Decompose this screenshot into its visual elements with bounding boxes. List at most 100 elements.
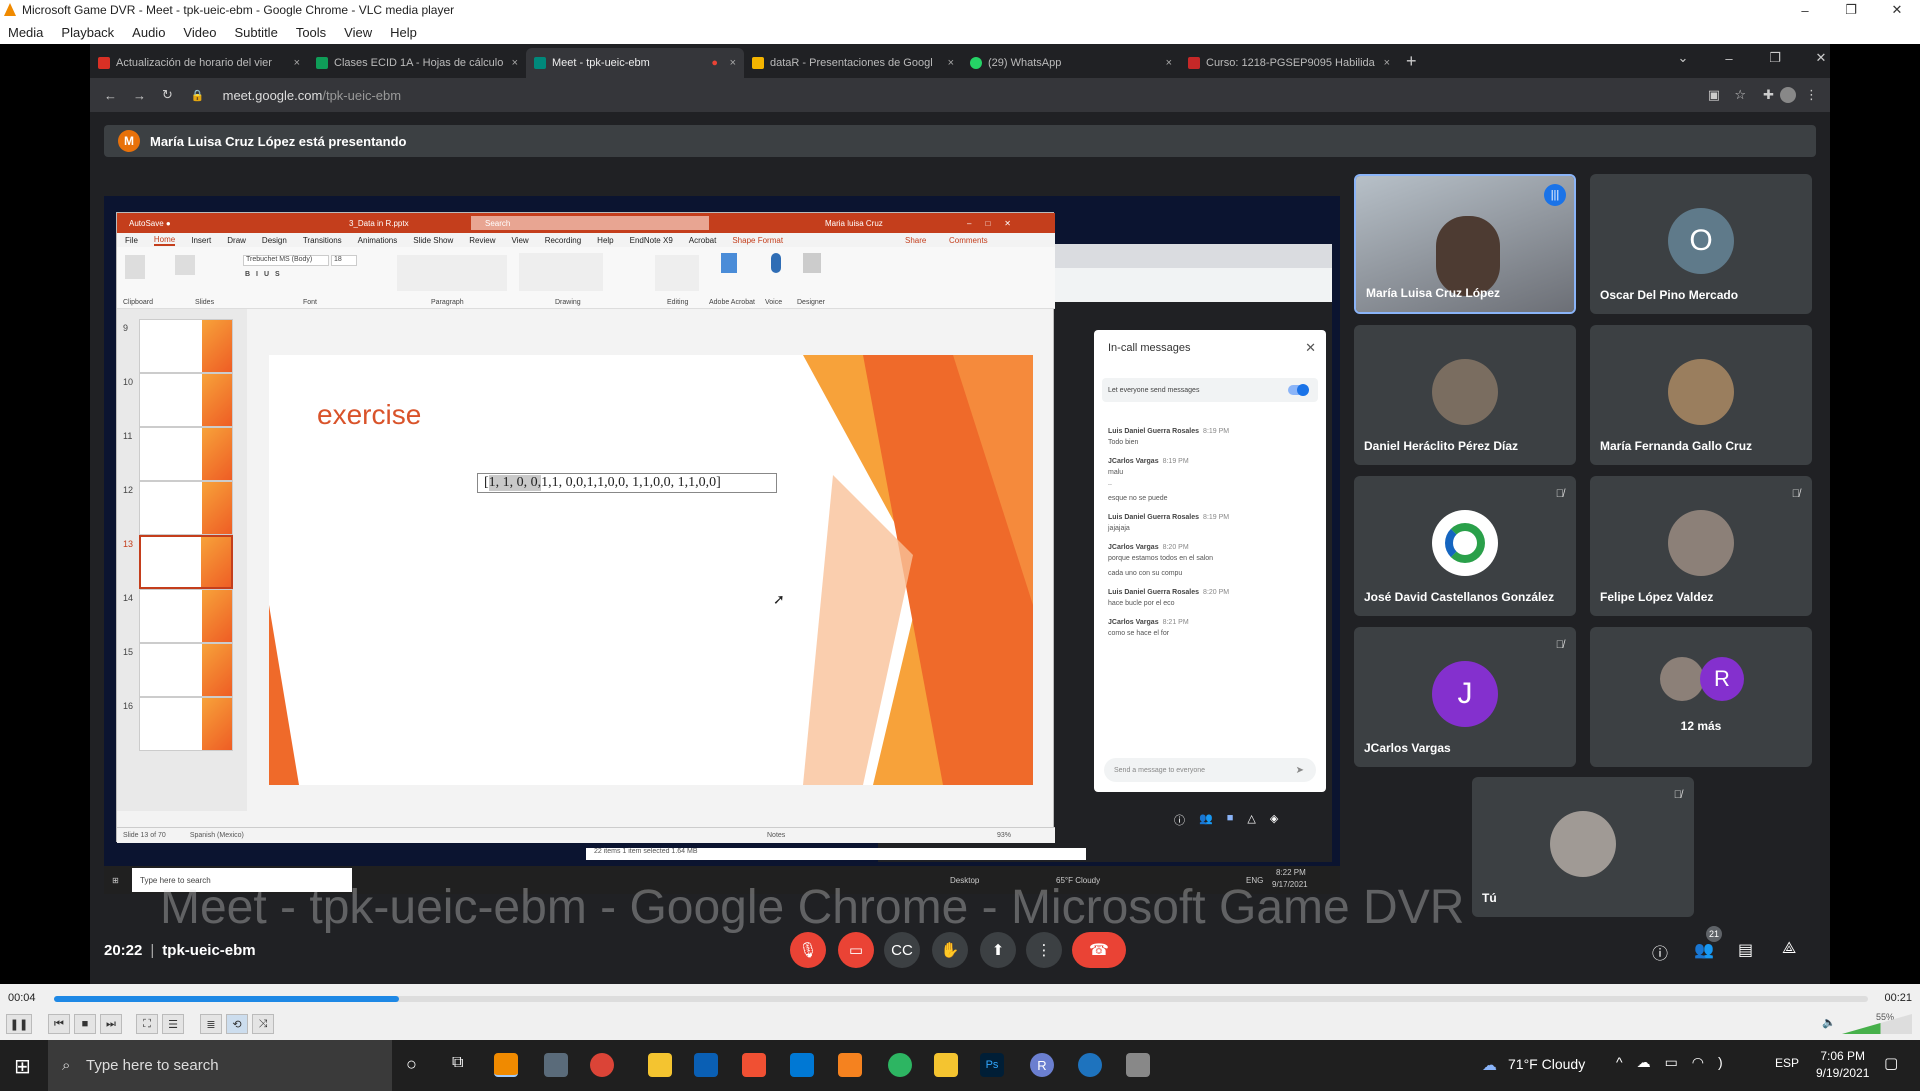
taskbar-weather[interactable]: 71°F Cloudy bbox=[1508, 1056, 1585, 1072]
menu-tools[interactable]: Tools bbox=[296, 25, 326, 40]
slide-textbox[interactable]: [1, 1, 0, 0, 1,1, 0,0,1,1,0,0, 1,1,0,0, … bbox=[477, 473, 777, 493]
chrome-tab[interactable]: Curso: 1218-PGSEP9095 Habilida × bbox=[1180, 48, 1398, 78]
raise-hand-button[interactable]: ✋ bbox=[932, 932, 968, 968]
url-field[interactable]: meet.google.com/tpk-ueic-ebm bbox=[223, 88, 401, 103]
chat-icon[interactable]: ▤ bbox=[1738, 940, 1753, 960]
leave-call-button[interactable]: ☎ bbox=[1072, 932, 1126, 968]
participant-tile-more[interactable]: R 12 más bbox=[1590, 627, 1812, 767]
dictate-mic-icon[interactable] bbox=[771, 253, 781, 273]
menu-subtitle[interactable]: Subtitle bbox=[234, 25, 277, 40]
participant-tile[interactable]: Daniel Heráclito Pérez Díaz bbox=[1354, 325, 1576, 465]
menu-playback[interactable]: Playback bbox=[61, 25, 114, 40]
info-icon[interactable]: ⓘ bbox=[1174, 812, 1185, 828]
tab-search-icon[interactable]: ⌄ bbox=[1660, 48, 1706, 68]
chrome-menu-icon[interactable]: ⋮ bbox=[1805, 87, 1818, 103]
app-taskbar-icon[interactable] bbox=[888, 1053, 912, 1077]
cortana-icon[interactable]: ○ bbox=[406, 1054, 417, 1075]
taskbar-language[interactable]: ESP bbox=[1775, 1056, 1799, 1070]
mic-off-button[interactable]: 🎙 bbox=[790, 932, 826, 968]
folder-taskbar-icon[interactable] bbox=[648, 1053, 672, 1077]
paragraph-controls[interactable] bbox=[397, 255, 507, 291]
ppt-comments-button[interactable]: Comments bbox=[949, 236, 988, 245]
paste-icon[interactable] bbox=[125, 255, 145, 279]
tab-close-icon[interactable]: × bbox=[730, 57, 736, 69]
ppt-tab[interactable]: Acrobat bbox=[689, 236, 717, 245]
stop-button[interactable]: ■ bbox=[74, 1014, 96, 1034]
loop-button[interactable]: ⟲ bbox=[226, 1014, 248, 1034]
app-taskbar-icon[interactable] bbox=[1126, 1053, 1150, 1077]
r-taskbar-icon[interactable]: R bbox=[1030, 1053, 1054, 1077]
git-taskbar-icon[interactable] bbox=[742, 1053, 766, 1077]
activities-icon[interactable]: ⟁ bbox=[1782, 940, 1796, 958]
app-taskbar-icon[interactable] bbox=[1078, 1053, 1102, 1077]
ppt-tab-home[interactable]: Home bbox=[153, 235, 176, 246]
new-tab-icon[interactable]: + bbox=[1406, 51, 1417, 72]
menu-help[interactable]: Help bbox=[390, 25, 417, 40]
activities-icon[interactable]: △ bbox=[1247, 812, 1255, 828]
slide-thumbnail-selected[interactable] bbox=[139, 535, 233, 589]
playlist-button[interactable]: ≣ bbox=[200, 1014, 222, 1034]
system-tray-icons[interactable]: ^☁▭◠) bbox=[1616, 1054, 1737, 1071]
inner-start-icon[interactable]: ⊞ bbox=[112, 876, 119, 885]
menu-view[interactable]: View bbox=[344, 25, 372, 40]
slide-thumbnail[interactable] bbox=[139, 373, 233, 427]
ppt-window-controls[interactable]: –□✕ bbox=[967, 219, 1025, 228]
back-icon[interactable]: ← bbox=[104, 88, 117, 103]
ppt-tab[interactable]: Slide Show bbox=[413, 236, 453, 245]
slide-heading[interactable]: exercise bbox=[317, 399, 421, 431]
menu-media[interactable]: Media bbox=[8, 25, 43, 40]
previous-button[interactable]: ⏮ bbox=[48, 1014, 70, 1034]
ppt-tab[interactable]: Help bbox=[597, 236, 613, 245]
chat-toggle-switch[interactable] bbox=[1288, 384, 1309, 396]
people-icon[interactable]: 👥 bbox=[1694, 940, 1714, 960]
autosave-label[interactable]: AutoSave ● bbox=[129, 219, 171, 228]
new-slide-icon[interactable] bbox=[175, 255, 195, 275]
drawing-shapes-icon[interactable] bbox=[519, 253, 603, 291]
chat-icon[interactable]: ■ bbox=[1227, 812, 1234, 828]
menu-video[interactable]: Video bbox=[183, 25, 216, 40]
chrome-taskbar-icon[interactable] bbox=[590, 1053, 614, 1077]
participant-tile[interactable]: 🎙̸ José David Castellanos González bbox=[1354, 476, 1576, 616]
ppt-tab[interactable]: Design bbox=[262, 236, 287, 245]
tab-close-icon[interactable]: × bbox=[1166, 57, 1172, 69]
people-icon[interactable]: 👥 bbox=[1199, 812, 1213, 828]
windows-start-icon[interactable]: ⊞ bbox=[14, 1054, 31, 1079]
chrome-close-icon[interactable]: ✕ bbox=[1798, 48, 1844, 68]
tab-close-icon[interactable]: × bbox=[294, 57, 300, 69]
camera-icon[interactable]: ▣ bbox=[1708, 87, 1720, 103]
send-icon[interactable]: ➤ bbox=[1296, 765, 1304, 776]
chrome-restore-icon[interactable]: ❐ bbox=[1752, 48, 1798, 68]
chrome-tab[interactable]: (29) WhatsApp × bbox=[962, 48, 1180, 78]
taskbar-clock[interactable]: 7:06 PM 9/19/2021 bbox=[1816, 1048, 1869, 1082]
reload-icon[interactable]: ↻ bbox=[162, 87, 173, 103]
chat-message-input[interactable]: Send a message to everyone ➤ bbox=[1104, 758, 1316, 782]
participant-tile[interactable]: María Fernanda Gallo Cruz bbox=[1590, 325, 1812, 465]
participant-tile[interactable]: 🎙̸ Felipe López Valdez bbox=[1590, 476, 1812, 616]
slide-thumbnail[interactable] bbox=[139, 319, 233, 373]
shuffle-button[interactable]: ⤨ bbox=[252, 1014, 274, 1034]
notifications-icon[interactable]: ▢ bbox=[1884, 1054, 1898, 1072]
tab-close-icon[interactable]: × bbox=[1384, 57, 1390, 69]
ppt-share-button[interactable]: Share bbox=[905, 236, 926, 245]
close-icon[interactable]: ✕ bbox=[1874, 0, 1920, 20]
ppt-tab[interactable]: File bbox=[125, 236, 138, 245]
ppt-tab[interactable]: Recording bbox=[545, 236, 581, 245]
camera-off-button[interactable]: ▭ bbox=[838, 932, 874, 968]
profile-avatar[interactable] bbox=[1780, 87, 1796, 103]
ppt-tab[interactable]: Insert bbox=[191, 236, 211, 245]
slide-thumbnail[interactable] bbox=[139, 589, 233, 643]
vlc-taskbar-icon[interactable] bbox=[494, 1053, 518, 1077]
extensions-icon[interactable]: ✚ bbox=[1763, 87, 1774, 103]
chrome-tab[interactable]: Actualización de horario del vier × bbox=[90, 48, 308, 78]
zoom-level[interactable]: 93% bbox=[997, 832, 1011, 839]
ppt-search-box[interactable]: Search bbox=[471, 216, 709, 230]
next-button[interactable]: ⏭ bbox=[100, 1014, 122, 1034]
meeting-info-icon[interactable]: ⓘ bbox=[1652, 940, 1668, 964]
font-format-buttons[interactable]: BIUS bbox=[245, 271, 286, 278]
vscode-taskbar-icon[interactable] bbox=[790, 1053, 814, 1077]
tab-close-icon[interactable]: × bbox=[512, 57, 518, 69]
ppt-tab[interactable]: Transitions bbox=[303, 236, 342, 245]
participant-tile[interactable]: 🎙̸ J JCarlos Vargas bbox=[1354, 627, 1576, 767]
powershell-taskbar-icon[interactable] bbox=[694, 1053, 718, 1077]
captions-button[interactable]: CC bbox=[884, 932, 920, 968]
